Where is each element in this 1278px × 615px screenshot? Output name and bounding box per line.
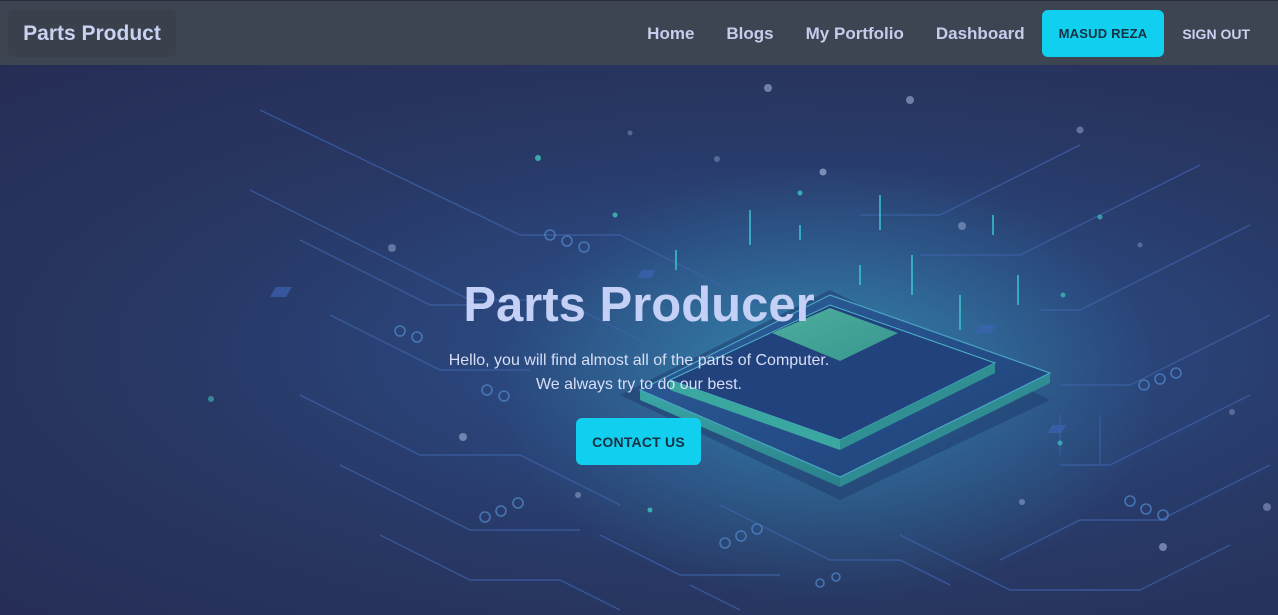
nav-link-blogs[interactable]: Blogs [710, 10, 789, 57]
nav-links: Home Blogs My Portfolio Dashboard MASUD … [631, 10, 1266, 57]
contact-us-button[interactable]: CONTACT US [576, 418, 701, 465]
hero-title: Parts Producer [463, 278, 815, 332]
microchip-illustration [208, 84, 1271, 611]
sign-out-button[interactable]: SIGN OUT [1164, 10, 1266, 57]
top-navbar: Parts Product Home Blogs My Portfolio Da… [0, 0, 1278, 65]
hero-banner: Parts Producer Hello, you will find almo… [0, 65, 1278, 615]
user-profile-button[interactable]: MASUD REZA [1041, 10, 1165, 57]
nav-link-my-portfolio[interactable]: My Portfolio [790, 10, 920, 57]
brand-logo[interactable]: Parts Product [8, 10, 176, 57]
nav-link-home[interactable]: Home [631, 10, 710, 57]
nav-link-dashboard[interactable]: Dashboard [920, 10, 1041, 57]
hero-subtitle: Hello, you will find almost all of the p… [389, 349, 889, 397]
hero-subtitle-line-2: We always try to do our best. [535, 376, 742, 393]
hero-subtitle-line-1: Hello, you will find almost all of the p… [448, 352, 830, 369]
